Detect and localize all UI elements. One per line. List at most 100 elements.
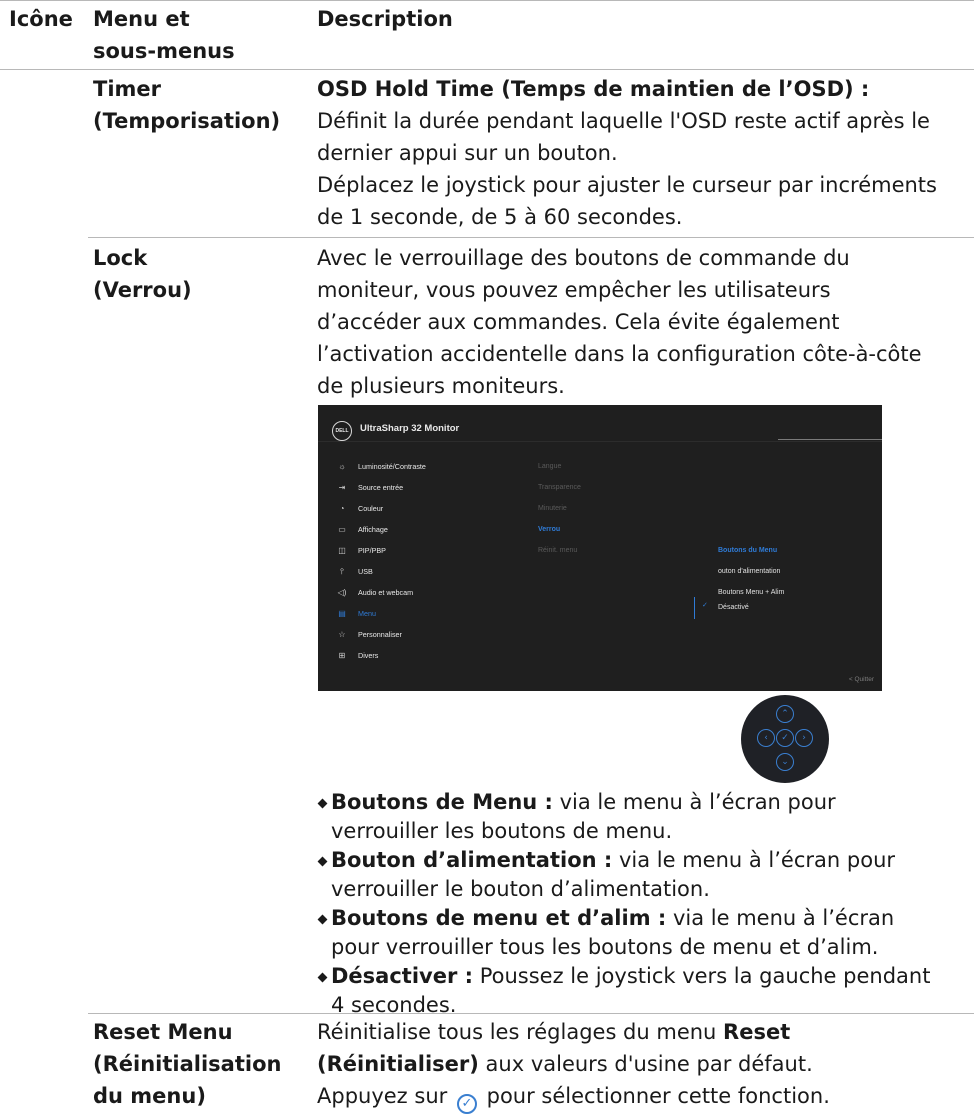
- osd-menu-item-active: ▤ Menu: [334, 607, 376, 621]
- menu-lock: Lock (Verrou): [93, 242, 293, 306]
- input-source-icon: ⇥: [338, 483, 346, 492]
- reset-text: Appuyez sur: [317, 1084, 454, 1108]
- bullet-text: via le menu à l’écran pour: [612, 848, 896, 872]
- joystick-icon: ⌃ ‹ ✓ › ⌄: [741, 695, 829, 783]
- bullet-text-continued: pour verrouiller tous les boutons de men…: [331, 935, 879, 959]
- lock-text-line3: d’accéder aux commandes. Cela évite égal…: [317, 310, 840, 334]
- osd-menu-item: ⊞ Divers: [334, 649, 379, 663]
- osd-option-item-active: Boutons du Menu: [718, 547, 778, 554]
- osd-menu-label: Affichage: [358, 525, 388, 534]
- osd-menu-item: ▭ Affichage: [334, 523, 388, 537]
- bullet-icon: [317, 798, 328, 809]
- menu-reset-line3: du menu): [93, 1084, 206, 1108]
- check-icon: ✓: [776, 729, 794, 747]
- chevron-right-icon: ›: [795, 729, 813, 747]
- osd-menu-item: ◫ PIP/PBP: [334, 544, 386, 558]
- reset-text: aux valeurs d'usine par défaut.: [478, 1052, 813, 1076]
- timer-text-line1: Définit la durée pendant laquelle l'OSD …: [317, 109, 930, 133]
- menu-reset: Reset Menu (Réinitialisation du menu): [93, 1016, 293, 1112]
- bullet-title: Boutons de menu et d’alim :: [331, 906, 667, 930]
- osd-menu-label: PIP/PBP: [358, 546, 386, 555]
- dell-logo-icon: DELL: [332, 421, 352, 441]
- osd-menu-label: USB: [358, 567, 373, 576]
- bullet-icon: [317, 914, 328, 925]
- others-icon: ⊞: [338, 651, 346, 660]
- header-menu-column-line1: Menu et: [93, 7, 190, 31]
- reset-text-line3: Appuyez sur ✓ pour sélectionner cette fo…: [317, 1080, 967, 1114]
- osd-menu-label: Luminosité/Contraste: [358, 462, 426, 471]
- osd-menu-label: Personnaliser: [358, 630, 402, 639]
- bullet-icon: [317, 972, 328, 983]
- menu-reset-line2: (Réinitialisation: [93, 1052, 282, 1076]
- header-bottom-rule: [0, 69, 974, 70]
- osd-menu-item: ☼ Luminosité/Contraste: [334, 460, 426, 474]
- bullet-title: Boutons de Menu :: [331, 790, 553, 814]
- menu-timer-line1: Timer: [93, 77, 162, 101]
- osd-menu-screenshot: DELL UltraSharp 32 Monitor ☼ Luminosité/C…: [318, 405, 882, 691]
- osd-menu-item: ◔ Couleur: [334, 502, 384, 516]
- reset-description: Réinitialise tous les réglages du menu R…: [317, 1016, 967, 1114]
- osd-title: UltraSharp 32 Monitor: [360, 423, 460, 434]
- osd-submenu-item: Langue: [538, 463, 562, 470]
- osd-selection-bar: [694, 597, 695, 619]
- audio-icon: ◁): [337, 588, 347, 597]
- lock-options-list: Boutons de Menu : via le menu à l’écran …: [317, 788, 967, 1020]
- chevron-left-icon: ‹: [757, 729, 775, 747]
- chevron-up-icon: ⌃: [776, 705, 794, 723]
- lock-description: Avec le verrouillage des boutons de comm…: [317, 242, 967, 402]
- menu-timer: Timer (Temporisation): [93, 73, 293, 137]
- bullet-text: via le menu à l’écran pour: [552, 790, 836, 814]
- reset-text-line1: Réinitialise tous les réglages du menu R…: [317, 1016, 967, 1048]
- reset-text-line2: (Réinitialiser) aux valeurs d'usine par …: [317, 1048, 967, 1080]
- bullet-title: Bouton d’alimentation :: [331, 848, 613, 872]
- reset-keyword: Reset: [723, 1020, 791, 1044]
- bullet-text: Poussez le joystick vers la gauche penda…: [473, 964, 931, 988]
- osd-submenu-item-active: Verrou: [538, 526, 561, 533]
- timer-heading: OSD Hold Time (Temps de maintien de l’OS…: [317, 77, 870, 101]
- timer-bottom-rule: [88, 237, 974, 238]
- bullet-text-continued: verrouiller le bouton d’alimentation.: [331, 877, 710, 901]
- osd-header-divider: [318, 441, 882, 442]
- menu-reset-line1: Reset Menu: [93, 1020, 233, 1044]
- osd-option-item: Désactivé: [718, 604, 749, 611]
- lock-text-line2: moniteur, vous pouvez empêcher les utili…: [317, 278, 831, 302]
- menu-lock-line2: (Verrou): [93, 278, 192, 302]
- bullet-icon: [317, 856, 328, 867]
- display-icon: ▭: [338, 525, 346, 534]
- check-circle-icon: ✓: [456, 1094, 477, 1114]
- check-icon: ✓: [702, 602, 708, 609]
- chevron-down-icon: ⌄: [776, 753, 794, 771]
- table-top-rule: [0, 0, 974, 1]
- lock-text-line5: de plusieurs moniteurs.: [317, 374, 565, 398]
- menu-lock-line1: Lock: [93, 246, 148, 270]
- timer-text-line2: dernier appui sur un bouton.: [317, 141, 618, 165]
- usb-icon: ⫯: [340, 567, 344, 576]
- osd-submenu-item: Minuterie: [538, 505, 567, 512]
- list-item: Boutons de Menu : via le menu à l’écran …: [317, 788, 967, 846]
- color-icon: ◔: [339, 504, 345, 513]
- timer-text-line3: Déplacez le joystick pour ajuster le cur…: [317, 173, 937, 197]
- osd-quit-label: < Quitter: [848, 676, 874, 683]
- osd-menu-item: ☆ Personnaliser: [334, 628, 402, 642]
- osd-submenu-item: Réinit. menu: [538, 547, 578, 554]
- osd-submenu-item: Transparence: [538, 484, 581, 491]
- brightness-icon: ☼: [338, 462, 346, 471]
- osd-menu-item: ⇥ Source entrée: [334, 481, 404, 495]
- osd-option-item: outon d'alimentation: [718, 568, 781, 575]
- osd-menu-label: Audio et webcam: [358, 588, 414, 597]
- osd-menu-item: ⫯ USB: [334, 565, 373, 579]
- lock-bottom-rule: [88, 1013, 974, 1014]
- star-icon: ☆: [338, 630, 346, 639]
- reset-text: pour sélectionner cette fonction.: [479, 1084, 830, 1108]
- list-item: Bouton d’alimentation : via le menu à l’…: [317, 846, 967, 904]
- osd-menu-label: Couleur: [358, 504, 384, 513]
- timer-text-line4: de 1 seconde, de 5 à 60 secondes.: [317, 205, 683, 229]
- osd-menu-label: Source entrée: [358, 483, 404, 492]
- reset-text: Réinitialise tous les réglages du menu: [317, 1020, 724, 1044]
- bullet-text: via le menu à l’écran: [666, 906, 895, 930]
- osd-menu-item: ◁) Audio et webcam: [334, 586, 414, 600]
- osd-tab-underline: [778, 439, 882, 440]
- reset-keyword: (Réinitialiser): [317, 1052, 479, 1076]
- lock-text-line1: Avec le verrouillage des boutons de comm…: [317, 246, 850, 270]
- pip-icon: ◫: [338, 546, 346, 555]
